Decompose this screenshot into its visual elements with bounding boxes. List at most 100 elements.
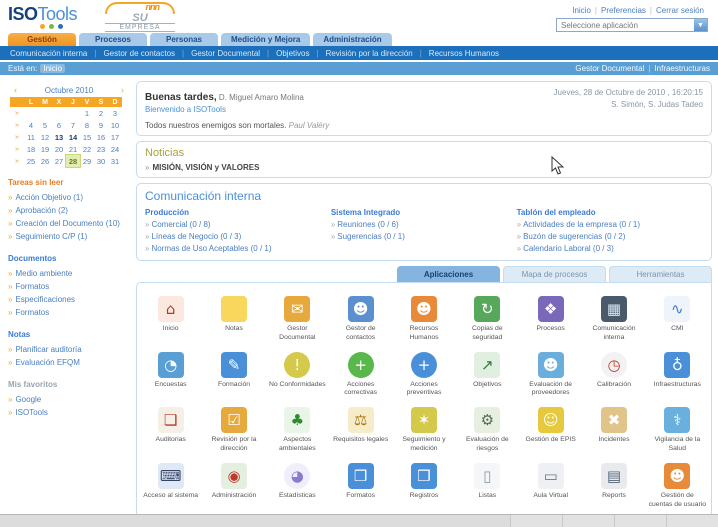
calendar-day[interactable]: 27 (52, 155, 66, 167)
app-seguimiento-y-medición[interactable]: ✶ Seguimiento y medición (392, 402, 455, 458)
tab-mapa-de-procesos[interactable]: Mapa de procesos (503, 266, 606, 282)
calendar-day[interactable]: 17 (108, 131, 122, 143)
calendar-day[interactable]: 3 (108, 107, 122, 119)
calendar-day[interactable]: 1 (80, 107, 94, 119)
news-item[interactable]: » MISIÓN, VISIÓN y VALORES (145, 163, 703, 172)
app-registros[interactable]: ❒ Registros (392, 458, 455, 514)
app-no-conformidades[interactable]: ! No Conformidades (266, 347, 329, 403)
tab-procesos[interactable]: Procesos (79, 33, 147, 46)
calendar-day[interactable]: 29 (80, 155, 94, 167)
app-evaluación-de-riesgos[interactable]: ⚙ Evaluación de riesgos (456, 402, 519, 458)
calendar-day[interactable]: 2 (94, 107, 108, 119)
subnav-gestor-de-contactos[interactable]: Gestor de contactos (103, 49, 175, 58)
comunicacion-link[interactable]: Actividades de la empresa (0 / 1) (523, 220, 640, 229)
app-gestor-documental[interactable]: ✉ Gestor Documental (266, 291, 329, 347)
app-encuestas[interactable]: ◔ Encuestas (139, 347, 202, 403)
calendar-day[interactable]: 18 (24, 143, 38, 155)
app-notas[interactable]: Notas (202, 291, 265, 347)
calendar-week-marker[interactable]: » (10, 155, 24, 167)
app-calibración[interactable]: ◷ Calibración (582, 347, 645, 403)
tab-administración[interactable]: Administración (313, 33, 392, 46)
tab-gestión[interactable]: Gestión (8, 33, 76, 46)
subnav-comunicación-interna[interactable]: Comunicación interna (10, 49, 87, 58)
comunicacion-link[interactable]: Calendario Laboral (0 / 3) (523, 244, 614, 253)
app-acceso-al-sistema[interactable]: ⌨ Acceso al sistema (139, 458, 202, 514)
sidebar-link[interactable]: Formatos (15, 308, 49, 317)
app-cmi[interactable]: ∿ CMI (646, 291, 709, 347)
tab-medición-y-mejora[interactable]: Medición y Mejora (221, 33, 311, 46)
calendar-day[interactable]: 30 (94, 155, 108, 167)
sidebar-link[interactable]: Creación del Documento (10) (15, 219, 120, 228)
subnav-revisión-por-la-dirección[interactable]: Revisión por la dirección (326, 49, 413, 58)
calendar-day[interactable]: 9 (94, 119, 108, 131)
app-gestión-de-epis[interactable]: ☺ Gestión de EPIS (519, 402, 582, 458)
calendar-day[interactable]: 8 (80, 119, 94, 131)
sidebar-link[interactable]: Formatos (15, 282, 49, 291)
app-acciones-correctivas[interactable]: + Acciones correctivas (329, 347, 392, 403)
calendar-day[interactable]: 28 (65, 154, 81, 168)
calendar-day[interactable]: 25 (24, 155, 38, 167)
app-formatos[interactable]: ❒ Formatos (329, 458, 392, 514)
calendar-day[interactable]: 19 (38, 143, 52, 155)
calendar-day[interactable]: 23 (94, 143, 108, 155)
top-link-cerrar-sesión[interactable]: Cerrar sesión (656, 6, 704, 15)
welcome-link[interactable]: Bienvenido a ISOTools (145, 105, 329, 114)
app-revisión-por-la-dirección[interactable]: ☑ Revisión por la dirección (202, 402, 265, 458)
calendar-day[interactable]: 24 (108, 143, 122, 155)
app-recursos-humanos[interactable]: ☻ Recursos Humanos (392, 291, 455, 347)
chevron-down-icon[interactable]: ▼ (694, 19, 707, 31)
app-gestión-de-cuentas-de-usuario[interactable]: ☻ Gestión de cuentas de usuario (646, 458, 709, 514)
calendar-day[interactable]: 10 (108, 119, 122, 131)
app-auditorias[interactable]: ❏ Auditorias (139, 402, 202, 458)
calendar-week-marker[interactable]: » (10, 131, 24, 143)
calendar-week-marker[interactable]: » (10, 119, 24, 131)
subnav-gestor-documental[interactable]: Gestor Documental (191, 49, 260, 58)
calendar-day[interactable]: 5 (38, 119, 52, 131)
calendar-week-marker[interactable]: » (10, 143, 24, 155)
app-incidentes[interactable]: ✖ Incidentes (582, 402, 645, 458)
calendar-day[interactable]: 12 (38, 131, 52, 143)
app-reports[interactable]: ▤ Reports (582, 458, 645, 514)
comunicacion-link[interactable]: Sugerencias (0 / 1) (337, 232, 405, 241)
calendar-day[interactable]: 13 (52, 131, 66, 143)
sidebar-link[interactable]: ISOTools (15, 408, 47, 417)
calendar-day[interactable]: 7 (66, 119, 80, 131)
app-objetivos[interactable]: ↗ Objetivos (456, 347, 519, 403)
sidebar-link[interactable]: Aprobación (2) (15, 206, 67, 215)
comunicacion-link[interactable]: Normas de Uso Aceptables (0 / 1) (151, 244, 271, 253)
sidebar-link[interactable]: Seguimiento C/P (1) (15, 232, 87, 241)
calendar-day[interactable]: 6 (52, 119, 66, 131)
calendar-day[interactable]: 31 (108, 155, 122, 167)
calendar-day[interactable]: 4 (24, 119, 38, 131)
subnav-recursos-humanos[interactable]: Recursos Humanos (429, 49, 499, 58)
app-aula-virtual[interactable]: ▭ Aula Virtual (519, 458, 582, 514)
comunicacion-link[interactable]: Buzón de sugerencias (0 / 2) (523, 232, 625, 241)
calendar-next-icon[interactable]: › (121, 85, 124, 95)
sidebar-link[interactable]: Especificaciones (15, 295, 75, 304)
calendar-day[interactable]: 22 (80, 143, 94, 155)
breadcrumb-link-gestor-documental[interactable]: Gestor Documental (575, 64, 644, 73)
app-comunicación-interna[interactable]: ▦ Comunicación interna (582, 291, 645, 347)
sidebar-link[interactable]: Google (15, 395, 41, 404)
comunicacion-link[interactable]: Comercial (0 / 8) (151, 220, 210, 229)
calendar-day[interactable]: 21 (66, 143, 80, 155)
calendar-day[interactable]: 15 (80, 131, 94, 143)
sidebar-link[interactable]: Medio ambiente (15, 269, 72, 278)
tab-personas[interactable]: Personas (150, 33, 218, 46)
app-infraestructuras[interactable]: ♁ Infraestructuras (646, 347, 709, 403)
app-procesos[interactable]: ❖ Procesos (519, 291, 582, 347)
calendar-day[interactable]: 11 (24, 131, 38, 143)
top-link-inicio[interactable]: Inicio (572, 6, 591, 15)
calendar-week-marker[interactable]: » (10, 107, 24, 119)
tab-herramientas[interactable]: Herramientas (609, 266, 712, 282)
calendar-day[interactable]: 20 (52, 143, 66, 155)
calendar-day[interactable]: 16 (94, 131, 108, 143)
app-inicio[interactable]: ⌂ Inicio (139, 291, 202, 347)
application-select[interactable]: Seleccione aplicación ▼ (556, 18, 708, 32)
tab-aplicaciones[interactable]: Aplicaciones (397, 266, 500, 282)
app-evaluación-de-proveedores[interactable]: ☻ Evaluación de proveedores (519, 347, 582, 403)
sidebar-link[interactable]: Acción Objetivo (1) (15, 193, 83, 202)
comunicacion-link[interactable]: Líneas de Negocio (0 / 3) (151, 232, 241, 241)
calendar-day[interactable]: 14 (66, 131, 80, 143)
app-requisitos-legales[interactable]: ⚖ Requisitos legales (329, 402, 392, 458)
